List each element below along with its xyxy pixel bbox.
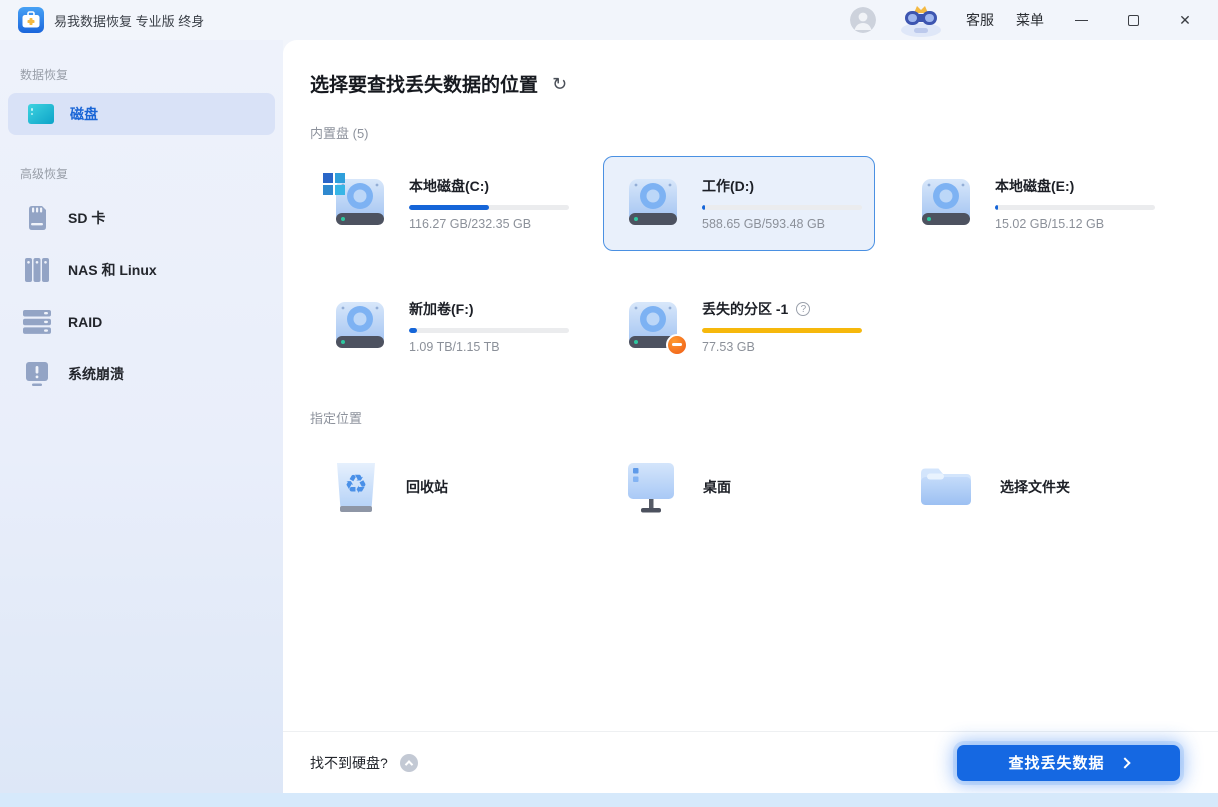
sidebar-item-label: NAS 和 Linux xyxy=(68,260,157,280)
hard-drive-icon xyxy=(624,177,682,231)
vip-mascot-icon[interactable] xyxy=(898,3,944,37)
minimize-icon xyxy=(1075,20,1088,21)
title-bar: 易我数据恢复 专业版 终身 客服 菜单 ✕ xyxy=(0,0,1218,40)
drive-card-f[interactable]: 新加卷(F:) 1.09 TB/1.15 TB xyxy=(310,279,582,374)
sidebar-section-advanced: 高级恢复 xyxy=(20,165,283,182)
capacity-bar xyxy=(409,328,569,333)
sidebar-item-disk[interactable]: 磁盘 xyxy=(8,93,275,135)
drive-capacity: 588.65 GB/593.48 GB xyxy=(702,217,862,231)
internal-disks-label: 内置盘 (5) xyxy=(310,123,1218,142)
window-bottom-strip xyxy=(0,793,1218,807)
scan-button-label: 查找丢失数据 xyxy=(1008,752,1104,773)
page-title: 选择要查找丢失数据的位置 xyxy=(310,70,538,97)
app-title: 易我数据恢复 专业版 终身 xyxy=(54,11,204,30)
maximize-button[interactable] xyxy=(1118,7,1148,33)
location-label: 选择文件夹 xyxy=(1000,477,1070,497)
capacity-bar xyxy=(409,205,569,210)
location-desktop[interactable]: 桌面 xyxy=(603,447,896,527)
system-crash-icon xyxy=(22,361,52,387)
drive-grid: 本地磁盘(C:) 116.27 GB/232.35 GB xyxy=(310,156,1218,374)
menu-link[interactable]: 菜单 xyxy=(1016,10,1044,30)
drive-capacity: 15.02 GB/15.12 GB xyxy=(995,217,1155,231)
user-avatar[interactable] xyxy=(850,7,876,33)
recycle-bin-icon: ♻ xyxy=(332,459,380,515)
location-grid: ♻ 回收站 桌面 选择文件夹 xyxy=(310,447,1218,527)
folder-icon xyxy=(918,464,974,510)
sidebar-item-label: SD 卡 xyxy=(68,208,105,228)
drive-name: 新加卷(F:) xyxy=(409,299,569,319)
scan-lost-data-button[interactable]: 查找丢失数据 xyxy=(957,745,1180,781)
sidebar-item-system-crash[interactable]: 系统崩溃 xyxy=(0,348,283,400)
chevron-right-icon xyxy=(1119,757,1130,768)
drive-capacity: 77.53 GB xyxy=(702,340,862,354)
location-label: 回收站 xyxy=(406,477,448,497)
sidebar: 数据恢复 磁盘 高级恢复 SD 卡 xyxy=(0,40,283,793)
disk-icon xyxy=(28,104,54,124)
location-label: 桌面 xyxy=(703,477,731,497)
drive-name: 本地磁盘(E:) xyxy=(995,176,1155,196)
sidebar-item-label: 磁盘 xyxy=(70,104,98,124)
hard-drive-icon xyxy=(917,177,975,231)
drive-card-lost-partition[interactable]: 丢失的分区 -1 ? 77.53 GB xyxy=(603,279,875,374)
close-button[interactable]: ✕ xyxy=(1170,7,1200,33)
capacity-bar xyxy=(702,328,862,333)
hard-drive-icon xyxy=(331,300,389,354)
cant-find-drive-hint: 找不到硬盘? xyxy=(310,753,388,773)
location-select-folder[interactable]: 选择文件夹 xyxy=(896,447,1189,527)
sidebar-item-label: 系统崩溃 xyxy=(68,364,124,384)
close-icon: ✕ xyxy=(1179,13,1191,27)
hard-drive-icon xyxy=(331,177,389,231)
sidebar-item-label: RAID xyxy=(68,314,102,330)
svg-text:♻: ♻ xyxy=(344,470,367,500)
drive-name: 工作(D:) xyxy=(702,176,862,196)
windows-badge-icon xyxy=(323,173,345,195)
maximize-icon xyxy=(1128,15,1139,26)
specified-location-label: 指定位置 xyxy=(310,408,1218,427)
drive-name: 丢失的分区 -1 xyxy=(702,299,788,319)
desktop-icon xyxy=(625,461,677,513)
drive-name: 本地磁盘(C:) xyxy=(409,176,569,196)
capacity-bar xyxy=(995,205,1155,210)
chevron-up-icon[interactable] xyxy=(400,754,418,772)
refresh-icon[interactable]: ↻ xyxy=(552,75,567,93)
footer-bar: 找不到硬盘? 查找丢失数据 xyxy=(283,731,1218,793)
support-link[interactable]: 客服 xyxy=(966,10,994,30)
drive-capacity: 116.27 GB/232.35 GB xyxy=(409,217,569,231)
drive-capacity: 1.09 TB/1.15 TB xyxy=(409,340,569,354)
drive-card-e[interactable]: 本地磁盘(E:) 15.02 GB/15.12 GB xyxy=(896,156,1168,251)
nas-icon xyxy=(22,257,52,283)
sidebar-item-nas-linux[interactable]: NAS 和 Linux xyxy=(0,244,283,296)
location-recycle-bin[interactable]: ♻ 回收站 xyxy=(310,447,603,527)
lost-partition-badge-icon xyxy=(666,334,688,356)
main-panel: 选择要查找丢失数据的位置 ↻ 内置盘 (5) xyxy=(283,40,1218,793)
capacity-bar xyxy=(702,205,862,210)
app-logo-icon xyxy=(18,7,44,33)
minimize-button[interactable] xyxy=(1066,7,1096,33)
hard-drive-icon xyxy=(624,300,682,354)
drive-card-c[interactable]: 本地磁盘(C:) 116.27 GB/232.35 GB xyxy=(310,156,582,251)
drive-card-d-selected[interactable]: 工作(D:) 588.65 GB/593.48 GB xyxy=(603,156,875,251)
sidebar-item-sd-card[interactable]: SD 卡 xyxy=(0,192,283,244)
sidebar-item-raid[interactable]: RAID xyxy=(0,296,283,348)
sidebar-section-data-recovery: 数据恢复 xyxy=(20,66,283,83)
sd-card-icon xyxy=(22,205,52,231)
raid-icon xyxy=(22,310,52,334)
help-icon[interactable]: ? xyxy=(796,302,810,316)
